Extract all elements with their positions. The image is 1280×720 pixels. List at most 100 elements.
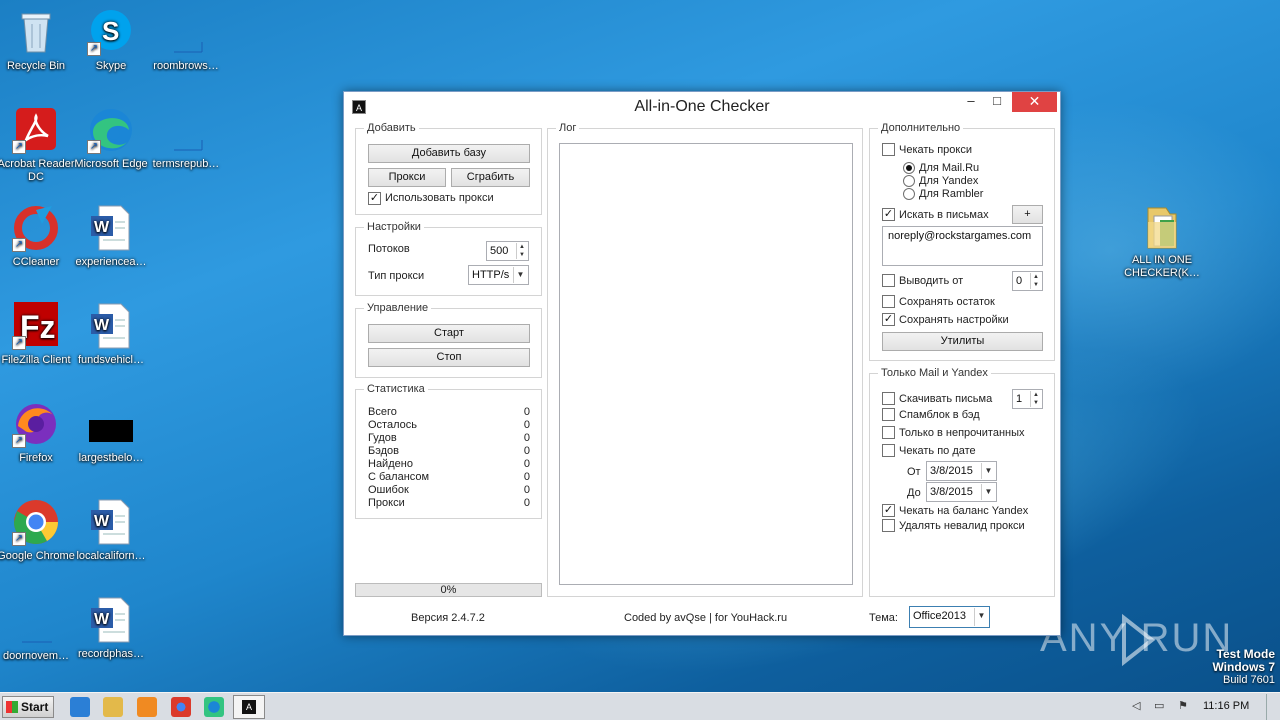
black-file-icon [87, 400, 135, 448]
only-unread-checkbox[interactable] [882, 426, 895, 439]
show-desktop-button[interactable] [1266, 694, 1278, 720]
search-in-mails-label: Искать в письмах [899, 209, 989, 221]
add-search-button[interactable]: + [1012, 205, 1043, 224]
yandex-balance-checkbox[interactable]: ✓ [882, 504, 895, 517]
desktop-icon-ccleaner[interactable]: ↗ CCleaner [0, 204, 78, 269]
desktop-icon-recordphas[interactable]: W recordphas… [69, 596, 153, 661]
ie-icon[interactable] [70, 697, 90, 717]
stats-group: Статистика Всего 0 Осталось 0 Гудов 0 Бэдов… [355, 383, 542, 519]
radio-rambler[interactable] [903, 188, 915, 200]
desktop-icon-funds[interactable]: W fundsvehicl… [69, 302, 153, 367]
threads-stepper[interactable]: 500 ▲ ▼ [486, 241, 529, 261]
desktop-icon-skype[interactable]: S ↗ Skype [69, 8, 153, 73]
desktop-icon-recycle-bin[interactable]: Recycle Bin [0, 8, 78, 73]
grab-button[interactable]: Сграбить [451, 168, 530, 187]
stop-button[interactable]: Стоп [368, 348, 530, 367]
word-doc-icon: W [87, 302, 135, 350]
spamblock-label: Спамблок в бэд [899, 409, 980, 421]
save-settings-checkbox[interactable]: ✓ [882, 313, 895, 326]
blank-file-icon [162, 120, 210, 154]
aio-checker-taskbar-button[interactable]: A [233, 695, 265, 719]
edge-icon: ↗ [87, 106, 135, 154]
chevron-down-icon: ▼ [981, 484, 995, 500]
mail-yandex-group-label: Только Mail и Yandex [878, 367, 991, 380]
output-from-stepper[interactable]: 0 ▲ ▼ [1012, 271, 1043, 291]
delete-invalid-proxy-label: Удалять невалид прокси [899, 520, 1025, 532]
desktop-icon-experience[interactable]: W experiencea… [69, 204, 153, 269]
taskbar: Start A ◁ ▭ ⚑ 11:16 PM [0, 692, 1280, 720]
start-button[interactable]: Старт [368, 324, 530, 343]
add-base-button[interactable]: Добавить базу [368, 144, 530, 163]
output-from-checkbox[interactable] [882, 274, 895, 287]
filezilla-icon: Fz ↗ [12, 302, 60, 350]
app-taskbar-icon: A [242, 700, 256, 714]
date-to-picker[interactable]: 3/8/2015 ▼ [926, 482, 997, 502]
spamblock-checkbox[interactable] [882, 408, 895, 421]
check-by-date-checkbox[interactable] [882, 444, 895, 457]
desktop-icon-aio-folder[interactable]: ALL IN ONE CHECKER(K… [1120, 202, 1204, 280]
proxy-button[interactable]: Прокси [368, 168, 446, 187]
desktop-icon-filezilla[interactable]: Fz ↗ FileZilla Client [0, 302, 78, 367]
log-textarea[interactable] [559, 143, 853, 585]
theme-select[interactable]: Office2013 ▼ [909, 606, 990, 628]
desktop-icon-roombrows[interactable]: roombrows… [144, 22, 228, 73]
title-bar[interactable]: A All-in-One Checker – □ ✕ [344, 92, 1060, 120]
utilities-button[interactable]: Утилиты [882, 332, 1043, 351]
edge-taskbar-icon[interactable] [204, 697, 224, 717]
minimize-button[interactable]: – [958, 92, 984, 112]
download-mails-stepper[interactable]: 1 ▲ ▼ [1012, 389, 1043, 409]
search-text-input[interactable]: noreply@rockstargames.com [882, 226, 1043, 266]
start-button[interactable]: Start [2, 696, 54, 718]
start-label: Start [21, 700, 49, 714]
desktop-icon-chrome[interactable]: ↗ Google Chrome [0, 498, 78, 563]
date-to-value: 3/8/2015 [930, 486, 973, 498]
speaker-icon[interactable]: ◁ [1132, 699, 1140, 712]
desktop-icon-largestbelo[interactable]: largestbelo… [69, 400, 153, 465]
desktop-icon-acrobat[interactable]: ↗ Acrobat Reader DC [0, 106, 78, 184]
stepper-arrows-icon[interactable]: ▲ ▼ [1030, 391, 1041, 407]
radio-yandex[interactable] [903, 175, 915, 187]
chevron-down-icon: ▼ [513, 267, 527, 283]
stat-row: Ошибок 0 [368, 484, 530, 496]
ccleaner-icon: ↗ [12, 204, 60, 252]
proxy-type-select[interactable]: HTTP/s ▼ [468, 265, 529, 285]
svg-text:S: S [102, 16, 119, 46]
version-text: Версия 2.4.7.2 [411, 612, 485, 624]
delete-invalid-proxy-checkbox[interactable] [882, 519, 895, 532]
desktop-icon-firefox[interactable]: ↗ Firefox [0, 400, 78, 465]
desktop-icon-doornovem[interactable]: doornovem… [0, 616, 78, 663]
desktop-icon-edge[interactable]: ↗ Microsoft Edge [69, 106, 153, 171]
save-rest-label: Сохранять остаток [899, 296, 995, 308]
desktop-icon-termsrepub[interactable]: termsrepub… [144, 120, 228, 171]
download-mails-value: 1 [1016, 393, 1023, 405]
extra-group-label: Дополнительно [878, 122, 964, 135]
maximize-button[interactable]: □ [984, 92, 1010, 112]
stat-row: Всего 0 [368, 406, 530, 418]
clock[interactable]: 11:16 PM [1203, 700, 1249, 712]
stepper-arrows-icon[interactable]: ▲ ▼ [516, 243, 527, 259]
radio-mailru[interactable] [903, 162, 915, 174]
stat-row: Бэдов 0 [368, 445, 530, 457]
network-icon[interactable]: ▭ [1154, 699, 1164, 712]
action-center-flag-icon[interactable]: ⚑ [1178, 699, 1188, 712]
download-mails-checkbox[interactable] [882, 392, 895, 405]
close-button[interactable]: ✕ [1012, 92, 1057, 112]
explorer-icon[interactable] [103, 697, 123, 717]
chrome-taskbar-icon[interactable] [171, 697, 191, 717]
settings-group-label: Настройки [364, 221, 424, 234]
yandex-balance-label: Чекать на баланс Yandex [899, 505, 1029, 517]
output-from-label: Выводить от [899, 275, 964, 287]
build-text: Build 7601 [1223, 674, 1275, 686]
save-settings-label: Сохранять настройки [899, 314, 1009, 326]
save-rest-checkbox[interactable] [882, 295, 895, 308]
search-in-mails-checkbox[interactable]: ✓ [882, 208, 895, 221]
stepper-arrows-icon[interactable]: ▲ ▼ [1030, 273, 1041, 289]
check-proxy-checkbox[interactable] [882, 143, 895, 156]
stats-group-label: Статистика [364, 383, 428, 396]
date-from-picker[interactable]: 3/8/2015 ▼ [926, 461, 997, 481]
use-proxy-checkbox[interactable]: ✓ [368, 192, 381, 205]
stat-row: Прокси 0 [368, 497, 530, 509]
windows-flag-icon [6, 701, 18, 713]
media-player-icon[interactable] [137, 697, 157, 717]
desktop-icon-localcalifornia[interactable]: W localcaliforn… [69, 498, 153, 563]
